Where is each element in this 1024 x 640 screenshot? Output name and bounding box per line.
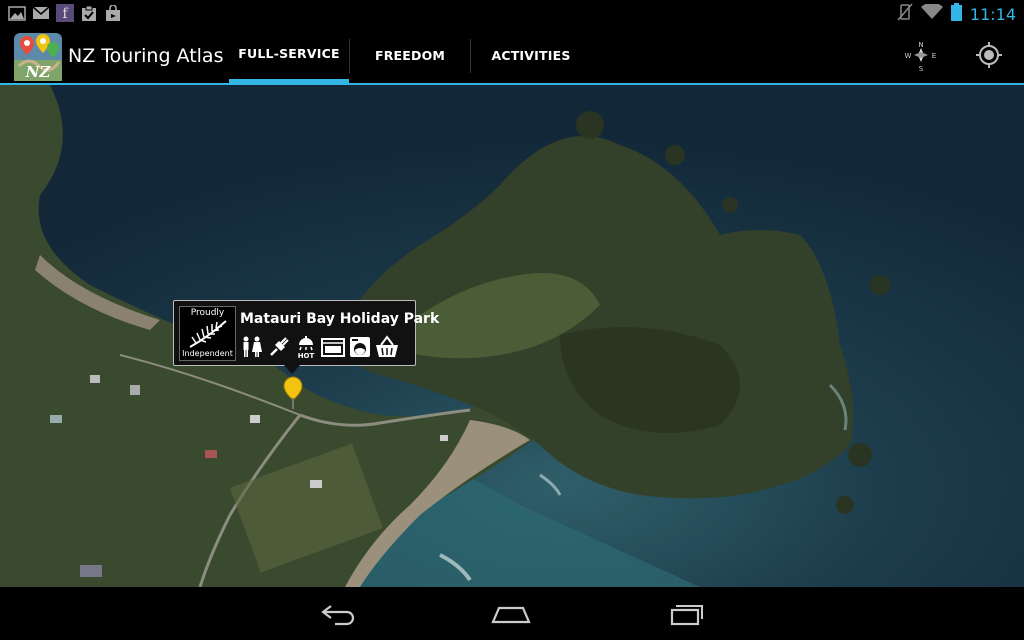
back-icon[interactable] bbox=[309, 599, 369, 629]
clock: 11:14 bbox=[969, 4, 1016, 24]
kitchen-icon bbox=[321, 335, 345, 359]
app-logo-icon[interactable]: NZ bbox=[13, 32, 63, 82]
tab-freedom[interactable]: FREEDOM bbox=[350, 27, 470, 83]
system-status: 11:14 bbox=[897, 2, 1016, 25]
svg-text:W: W bbox=[905, 52, 912, 60]
notification-icons: f bbox=[8, 4, 122, 22]
callout-pointer bbox=[284, 365, 300, 374]
battery-icon bbox=[950, 3, 962, 25]
wifi-icon bbox=[920, 2, 943, 24]
mail-icon bbox=[32, 4, 50, 22]
shop-icon bbox=[375, 335, 399, 359]
shopping-bag-icon bbox=[104, 4, 122, 22]
action-bar: NZ NZ Touring Atlas FULL-SERVICE FREEDOM… bbox=[0, 27, 1024, 85]
park-name: Matauri Bay Holiday Park bbox=[240, 311, 440, 327]
svg-text:NZ: NZ bbox=[25, 63, 52, 81]
fern-icon bbox=[189, 320, 227, 348]
clipboard-check-icon bbox=[80, 4, 98, 22]
tab-label: FULL-SERVICE bbox=[238, 45, 340, 61]
app-title: NZ Touring Atlas bbox=[68, 45, 224, 67]
svg-text:HOT: HOT bbox=[298, 352, 315, 359]
app-notification-icon: f bbox=[56, 4, 74, 22]
recent-apps-icon[interactable] bbox=[656, 599, 716, 629]
svg-text:S: S bbox=[919, 65, 924, 73]
badge-top-text: Proudly bbox=[190, 308, 225, 318]
svg-text:N: N bbox=[918, 41, 923, 49]
svg-text:E: E bbox=[932, 52, 936, 60]
gallery-icon bbox=[8, 4, 26, 22]
tab-activities[interactable]: ACTIVITIES bbox=[471, 27, 591, 83]
location-pin-icon[interactable] bbox=[283, 376, 303, 410]
badge-bottom-text: Independent bbox=[182, 349, 233, 358]
place-callout[interactable]: Proudly Independent Matauri Bay Holiday … bbox=[173, 300, 439, 366]
my-location-icon[interactable] bbox=[971, 37, 1007, 73]
satellite-map[interactable] bbox=[0, 85, 1024, 587]
laundry-icon bbox=[348, 335, 372, 359]
power-icon bbox=[267, 335, 291, 359]
tab-label: ACTIVITIES bbox=[491, 47, 571, 63]
hot-shower-icon: HOT bbox=[294, 335, 318, 360]
map-imagery bbox=[0, 85, 1024, 587]
vibrate-mute-icon bbox=[897, 3, 913, 25]
home-icon[interactable] bbox=[481, 599, 541, 629]
toilets-icon bbox=[240, 335, 264, 359]
navigation-bar bbox=[0, 587, 1024, 640]
compass-icon[interactable]: N S W E bbox=[903, 37, 939, 73]
proudly-independent-badge: Proudly Independent bbox=[179, 306, 236, 361]
tab-label: FREEDOM bbox=[374, 47, 446, 63]
tab-full-service[interactable]: FULL-SERVICE bbox=[229, 27, 349, 83]
status-bar: f 11:14 bbox=[0, 0, 1024, 27]
